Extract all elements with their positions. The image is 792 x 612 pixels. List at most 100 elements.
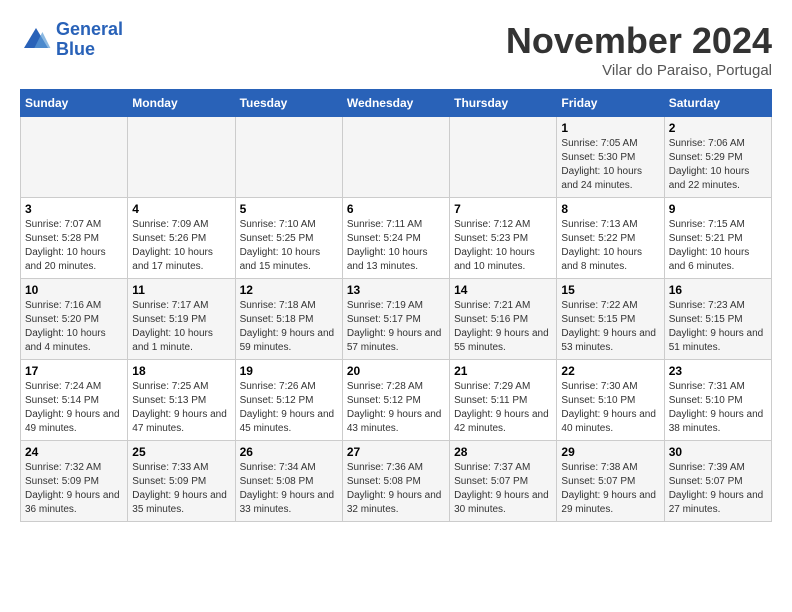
calendar-cell <box>235 117 342 198</box>
calendar-cell: 21 Sunrise: 7:29 AM Sunset: 5:11 PM Dayli… <box>450 360 557 441</box>
day-info: Sunrise: 7:12 AM Sunset: 5:23 PM Dayligh… <box>454 218 552 274</box>
calendar-header: SundayMondayTuesdayWednesdayThursdayFrid… <box>21 90 772 117</box>
calendar-cell: 8 Sunrise: 7:13 AM Sunset: 5:22 PM Daylig… <box>557 198 664 279</box>
calendar-cell: 4 Sunrise: 7:09 AM Sunset: 5:26 PM Daylig… <box>128 198 235 279</box>
calendar-cell: 15 Sunrise: 7:22 AM Sunset: 5:15 PM Dayli… <box>557 279 664 360</box>
day-info: Sunrise: 7:11 AM Sunset: 5:24 PM Dayligh… <box>347 218 445 274</box>
calendar-cell: 5Sunrise: 7:10 AM Sunset: 5:25 PM Daylig… <box>235 198 342 279</box>
calendar-cell <box>342 117 449 198</box>
calendar-body: 1 Sunrise: 7:05 AM Sunset: 5:30 PM Daylig… <box>21 117 772 522</box>
day-number: 1 <box>561 121 659 135</box>
day-info: Sunrise: 7:16 AM Sunset: 5:20 PM Dayligh… <box>25 299 123 355</box>
calendar-table: SundayMondayTuesdayWednesdayThursdayFrid… <box>20 89 772 522</box>
day-info: Sunrise: 7:31 AM Sunset: 5:10 PM Dayligh… <box>669 380 767 436</box>
day-header-tuesday: Tuesday <box>235 90 342 117</box>
day-info: Sunrise: 7:10 AM Sunset: 5:25 PM Dayligh… <box>240 218 338 274</box>
day-number: 10 <box>25 283 123 297</box>
calendar-cell: 26 Sunrise: 7:34 AM Sunset: 5:08 PM Dayli… <box>235 441 342 522</box>
day-info: Sunrise: 7:22 AM Sunset: 5:15 PM Dayligh… <box>561 299 659 355</box>
calendar-cell: 17 Sunrise: 7:24 AM Sunset: 5:14 PM Dayli… <box>21 360 128 441</box>
day-info: Sunrise: 7:18 AM Sunset: 5:18 PM Dayligh… <box>240 299 338 355</box>
logo-text: General Blue <box>56 20 123 60</box>
day-info: Sunrise: 7:34 AM Sunset: 5:08 PM Dayligh… <box>240 461 338 517</box>
week-row-2: 3 Sunrise: 7:07 AM Sunset: 5:28 PM Daylig… <box>21 198 772 279</box>
calendar-cell: 19 Sunrise: 7:26 AM Sunset: 5:12 PM Dayli… <box>235 360 342 441</box>
day-number: 26 <box>240 445 338 459</box>
day-number: 11 <box>132 283 230 297</box>
day-number: 12 <box>240 283 338 297</box>
day-number: 21 <box>454 364 552 378</box>
day-number: 9 <box>669 202 767 216</box>
day-info: Sunrise: 7:13 AM Sunset: 5:22 PM Dayligh… <box>561 218 659 274</box>
day-info: Sunrise: 7:24 AM Sunset: 5:14 PM Dayligh… <box>25 380 123 436</box>
calendar-cell: 22 Sunrise: 7:30 AM Sunset: 5:10 PM Dayli… <box>557 360 664 441</box>
calendar-cell: 3 Sunrise: 7:07 AM Sunset: 5:28 PM Daylig… <box>21 198 128 279</box>
day-header-thursday: Thursday <box>450 90 557 117</box>
day-number: 4 <box>132 202 230 216</box>
day-info: Sunrise: 7:09 AM Sunset: 5:26 PM Dayligh… <box>132 218 230 274</box>
day-info: Sunrise: 7:38 AM Sunset: 5:07 PM Dayligh… <box>561 461 659 517</box>
day-info: Sunrise: 7:17 AM Sunset: 5:19 PM Dayligh… <box>132 299 230 355</box>
calendar-cell: 14Sunrise: 7:21 AM Sunset: 5:16 PM Dayli… <box>450 279 557 360</box>
day-number: 7 <box>454 202 552 216</box>
day-number: 22 <box>561 364 659 378</box>
week-row-5: 24Sunrise: 7:32 AM Sunset: 5:09 PM Dayli… <box>21 441 772 522</box>
day-info: Sunrise: 7:28 AM Sunset: 5:12 PM Dayligh… <box>347 380 445 436</box>
day-info: Sunrise: 7:36 AM Sunset: 5:08 PM Dayligh… <box>347 461 445 517</box>
day-info: Sunrise: 7:19 AM Sunset: 5:17 PM Dayligh… <box>347 299 445 355</box>
day-number: 19 <box>240 364 338 378</box>
header-row: SundayMondayTuesdayWednesdayThursdayFrid… <box>21 90 772 117</box>
calendar-cell <box>21 117 128 198</box>
calendar-cell: 6 Sunrise: 7:11 AM Sunset: 5:24 PM Daylig… <box>342 198 449 279</box>
calendar-cell: 11 Sunrise: 7:17 AM Sunset: 5:19 PM Dayli… <box>128 279 235 360</box>
title-area: November 2024 Vilar do Paraiso, Portugal <box>506 20 772 79</box>
day-number: 6 <box>347 202 445 216</box>
day-header-monday: Monday <box>128 90 235 117</box>
day-info: Sunrise: 7:30 AM Sunset: 5:10 PM Dayligh… <box>561 380 659 436</box>
day-info: Sunrise: 7:25 AM Sunset: 5:13 PM Dayligh… <box>132 380 230 436</box>
calendar-cell: 20Sunrise: 7:28 AM Sunset: 5:12 PM Dayli… <box>342 360 449 441</box>
week-row-4: 17 Sunrise: 7:24 AM Sunset: 5:14 PM Dayli… <box>21 360 772 441</box>
header: General Blue November 2024 Vilar do Para… <box>20 20 772 79</box>
day-number: 2 <box>669 121 767 135</box>
calendar-cell: 23 Sunrise: 7:31 AM Sunset: 5:10 PM Dayli… <box>664 360 771 441</box>
day-info: Sunrise: 7:06 AM Sunset: 5:29 PM Dayligh… <box>669 137 767 193</box>
day-number: 17 <box>25 364 123 378</box>
calendar-cell: 18 Sunrise: 7:25 AM Sunset: 5:13 PM Dayli… <box>128 360 235 441</box>
day-info: Sunrise: 7:05 AM Sunset: 5:30 PM Dayligh… <box>561 137 659 193</box>
logo-icon <box>20 24 52 56</box>
calendar-cell: 24Sunrise: 7:32 AM Sunset: 5:09 PM Dayli… <box>21 441 128 522</box>
month-title: November 2024 <box>506 20 772 62</box>
location: Vilar do Paraiso, Portugal <box>506 62 772 79</box>
day-number: 14 <box>454 283 552 297</box>
day-header-friday: Friday <box>557 90 664 117</box>
day-info: Sunrise: 7:07 AM Sunset: 5:28 PM Dayligh… <box>25 218 123 274</box>
calendar-cell: 2 Sunrise: 7:06 AM Sunset: 5:29 PM Daylig… <box>664 117 771 198</box>
week-row-3: 10 Sunrise: 7:16 AM Sunset: 5:20 PM Dayli… <box>21 279 772 360</box>
calendar-cell: 1 Sunrise: 7:05 AM Sunset: 5:30 PM Daylig… <box>557 117 664 198</box>
calendar-cell: 16Sunrise: 7:23 AM Sunset: 5:15 PM Dayli… <box>664 279 771 360</box>
calendar-cell: 10 Sunrise: 7:16 AM Sunset: 5:20 PM Dayli… <box>21 279 128 360</box>
day-number: 30 <box>669 445 767 459</box>
day-number: 27 <box>347 445 445 459</box>
day-number: 18 <box>132 364 230 378</box>
calendar-cell: 27 Sunrise: 7:36 AM Sunset: 5:08 PM Dayli… <box>342 441 449 522</box>
calendar-cell <box>450 117 557 198</box>
day-number: 15 <box>561 283 659 297</box>
day-number: 24 <box>25 445 123 459</box>
day-info: Sunrise: 7:33 AM Sunset: 5:09 PM Dayligh… <box>132 461 230 517</box>
calendar-cell: 9 Sunrise: 7:15 AM Sunset: 5:21 PM Daylig… <box>664 198 771 279</box>
day-info: Sunrise: 7:15 AM Sunset: 5:21 PM Dayligh… <box>669 218 767 274</box>
day-number: 25 <box>132 445 230 459</box>
day-number: 28 <box>454 445 552 459</box>
calendar-cell: 30Sunrise: 7:39 AM Sunset: 5:07 PM Dayli… <box>664 441 771 522</box>
day-info: Sunrise: 7:29 AM Sunset: 5:11 PM Dayligh… <box>454 380 552 436</box>
day-number: 3 <box>25 202 123 216</box>
logo-line1: General <box>56 19 123 39</box>
day-number: 16 <box>669 283 767 297</box>
day-number: 8 <box>561 202 659 216</box>
day-number: 23 <box>669 364 767 378</box>
calendar-cell: 25 Sunrise: 7:33 AM Sunset: 5:09 PM Dayli… <box>128 441 235 522</box>
logo-line2: Blue <box>56 39 95 59</box>
day-info: Sunrise: 7:26 AM Sunset: 5:12 PM Dayligh… <box>240 380 338 436</box>
